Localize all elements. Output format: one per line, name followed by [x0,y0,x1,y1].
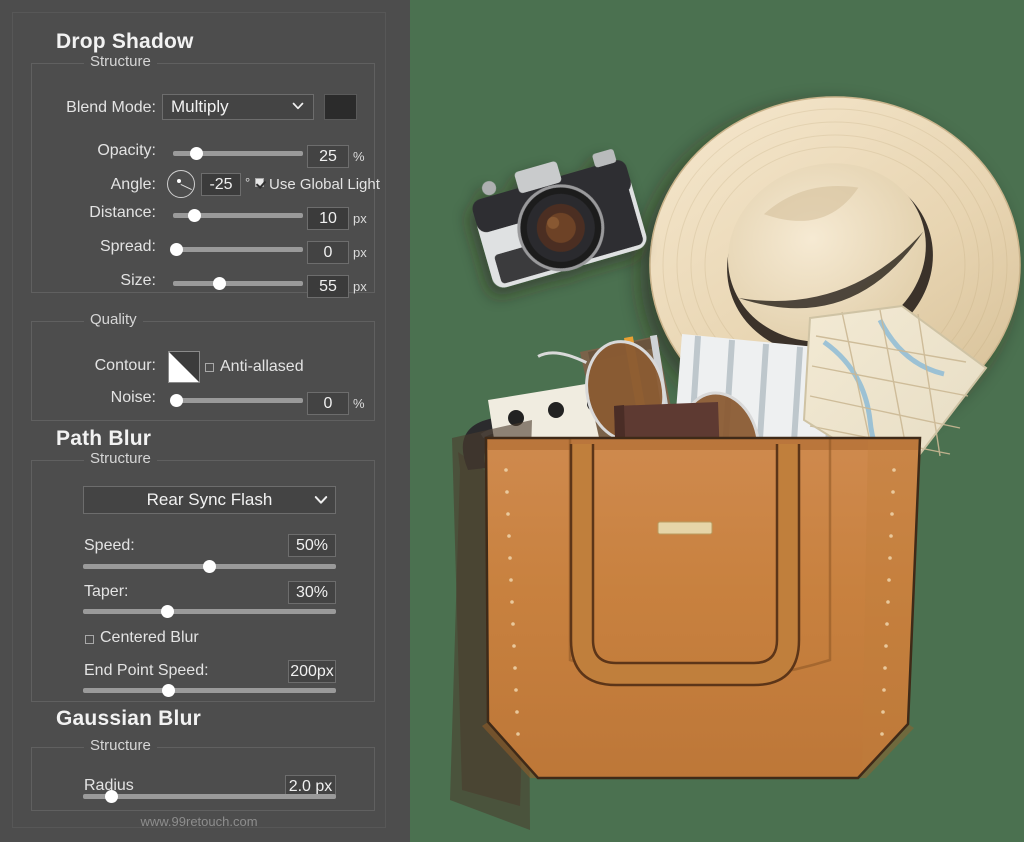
input-end-point-speed[interactable]: 200px [288,660,336,683]
unit-opacity: % [353,149,365,164]
input-spread[interactable]: 0 [307,241,349,264]
slider-thumb-noise[interactable] [170,394,183,407]
slider-track-size[interactable] [173,281,303,286]
label-angle: Angle: [110,176,156,193]
label-centered-blur: Centered Blur [100,629,199,646]
group-legend-path-blur-structure: Structure [84,450,157,467]
section-title-drop-shadow: Drop Shadow [56,30,194,53]
slider-thumb-size[interactable] [213,277,226,290]
dropdown-blur-mode[interactable]: Rear Sync Flash [83,486,336,514]
label-distance: Distance: [89,204,156,221]
section-title-path-blur: Path Blur [56,427,152,450]
dropdown-blend-mode[interactable]: Multiply [162,94,314,120]
slider-track-spread[interactable] [173,247,303,252]
slider-thumb-spread[interactable] [170,243,183,256]
label-size: Size: [120,272,156,289]
angle-dial[interactable] [167,170,195,198]
input-distance[interactable]: 10 [307,207,349,230]
contour-preview-swatch[interactable] [168,351,200,383]
slider-thumb-end-point-speed[interactable] [162,684,175,697]
input-taper[interactable]: 30% [288,581,336,604]
chevron-down-icon [292,100,304,112]
dropdown-blur-mode-value: Rear Sync Flash [146,490,273,509]
label-blend-mode: Blend Mode: [66,99,156,116]
panel-inner-frame: Drop Shadow Structure Blend Mode: Multip… [12,12,386,829]
angle-dial-arm [180,184,192,190]
effects-settings-panel: Drop Shadow Structure Blend Mode: Multip… [0,0,410,842]
input-speed[interactable]: 50% [288,534,336,557]
section-title-gaussian-blur: Gaussian Blur [56,707,201,730]
unit-angle: ° [245,175,251,190]
checkbox-anti-aliased[interactable] [205,363,214,372]
checkbox-use-global-light[interactable] [255,178,264,187]
watermark-text: www.99retouch.com [140,814,258,829]
unit-noise: % [353,396,365,411]
app-window: Drop Shadow Structure Blend Mode: Multip… [0,0,1024,842]
slider-thumb-distance[interactable] [188,209,201,222]
slider-track-radius[interactable] [83,794,336,799]
group-legend-gaussian-structure: Structure [84,737,157,754]
label-anti-aliased: Anti-allased [220,358,304,375]
slider-track-end-point-speed[interactable] [83,688,336,693]
label-use-global-light: Use Global Light [269,176,380,193]
input-opacity[interactable]: 25 [307,145,349,168]
input-angle[interactable]: -25 [201,173,241,196]
shadow-color-swatch[interactable] [324,94,357,120]
unit-spread: px [353,245,367,260]
unit-distance: px [353,211,367,226]
slider-thumb-opacity[interactable] [190,147,203,160]
unit-size: px [353,279,367,294]
slider-thumb-taper[interactable] [161,605,174,618]
label-noise: Noise: [110,389,156,406]
label-speed: Speed: [84,537,135,554]
slider-track-noise[interactable] [173,398,303,403]
checkbox-centered-blur[interactable] [85,635,94,644]
slider-track-taper[interactable] [83,609,336,614]
angle-dial-center-dot [177,179,181,183]
travel-flatlay-illustration [410,0,1024,842]
slider-thumb-speed[interactable] [203,560,216,573]
dropdown-blend-mode-value: Multiply [171,97,229,116]
label-end-point-speed: End Point Speed: [84,662,209,679]
label-taper: Taper: [84,583,129,600]
label-contour: Contour: [94,357,156,374]
label-spread: Spread: [99,238,156,255]
photo-canvas [410,0,1024,842]
chevron-down-icon [314,493,328,505]
input-noise[interactable]: 0 [307,392,349,415]
input-size[interactable]: 55 [307,275,349,298]
group-legend-quality: Quality [84,311,143,328]
tote-bag-icon [452,420,922,806]
label-opacity: Opacity: [97,142,156,159]
slider-thumb-radius[interactable] [105,790,118,803]
group-legend-structure: Structure [84,53,157,70]
